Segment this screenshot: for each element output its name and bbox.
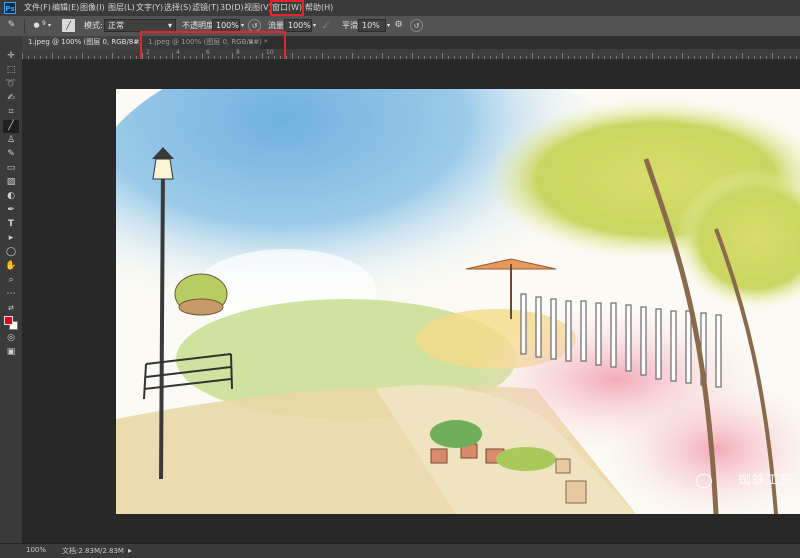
brush-tool-icon[interactable]: ✎ [5,19,18,32]
gradient-icon[interactable]: ▨ [3,176,19,189]
status-bar: 100% 文档:2.83M/2.83M ▸ [0,543,800,558]
brush-size-value: 9 [42,20,46,27]
menu-select[interactable]: 选择(S) [164,2,191,14]
menu-file[interactable]: 文件(F) [24,2,51,14]
marquee-icon[interactable]: ⬚ [3,64,19,77]
menu-3d[interactable]: 3D(D) [220,2,244,14]
menu-window[interactable]: 窗口(W) [269,0,305,16]
eraser-icon[interactable]: ▭ [3,162,19,175]
airbrush-icon[interactable]: ☄ [320,19,333,32]
document-canvas[interactable]: 蜘蛛工房 [116,89,800,514]
chevron-down-icon[interactable]: ▾ [387,20,390,32]
brush-icon[interactable]: ╱ [3,120,19,133]
menu-filter[interactable]: 滤镜(T) [192,2,219,14]
dodge-icon[interactable]: ◐ [3,190,19,203]
lasso-icon[interactable]: ➰ [3,78,19,91]
menu-help[interactable]: 帮助(H) [305,2,333,14]
chevron-down-icon[interactable]: ▾ [313,20,316,32]
menu-bar: Ps 文件(F) 编辑(E) 图像(I) 图层(L) 文字(Y) 选择(S) 滤… [0,0,800,17]
mode-label: 模式: [84,21,103,30]
chevron-down-icon: ▾ [167,21,172,30]
watermark-text: 蜘蛛工房 [737,473,794,488]
quick-mask-icon[interactable]: ◎ [3,332,19,345]
zoom-icon[interactable]: ⌕ [3,274,19,287]
screen-mode-icon[interactable]: ▣ [3,346,19,359]
chevron-down-icon[interactable]: ▾ [48,20,51,32]
menu-image[interactable]: 图像(I) [80,2,105,14]
menu-edit[interactable]: 编辑(E) [52,2,79,14]
close-icon[interactable]: × [134,36,140,49]
photoshop-logo: Ps [4,2,16,14]
type-icon[interactable]: T [3,218,19,231]
foreground-color-swatch[interactable] [4,316,13,325]
crop-icon[interactable]: ⌗ [3,106,19,119]
tool-panel: ✛ ⬚ ➰ ✍ ⌗ ╱ ♙ ✎ ▭ ▨ ◐ ✒ T ▸ ◯ ✋ ⌕ ⋯ ⇄ ◎ … [0,36,23,543]
hand-icon[interactable]: ✋ [3,260,19,273]
move-icon[interactable]: ✛ [3,50,19,63]
flow-input[interactable]: 100% [284,19,312,32]
more-icon[interactable]: ⋯ [3,288,19,301]
shape-icon[interactable]: ◯ [3,246,19,259]
path-select-icon[interactable]: ▸ [3,232,19,245]
options-bar: ✎ ● 9 ▾ ╱ 模式: 正常 ▾ 不透明度: 100% ▾ ↺ 流量: 100… [0,16,800,37]
tab-label: 1.jpeg @ 100% (图层 0, RGB/8#) * [28,38,148,46]
watercolor-illustration [116,89,800,514]
menu-view[interactable]: 视图(V) [244,2,272,14]
pressure-size-icon[interactable]: ↺ [410,19,423,32]
zoom-level[interactable]: 100% [26,546,46,554]
menu-type[interactable]: 文字(Y) [136,2,163,14]
divider [24,19,25,33]
gear-icon[interactable]: ⚙ [392,19,405,32]
smooth-input[interactable]: 10% [358,19,386,32]
stamp-icon[interactable]: ♙ [3,134,19,147]
document-size: 文档:2.83M/2.83M [62,547,124,555]
chevron-right-icon[interactable]: ▸ [128,546,132,555]
wechat-icon [696,474,712,488]
document-tab-active[interactable]: 1.jpeg @ 100% (图层 0, RGB/8#) * × [22,36,148,49]
quick-select-icon[interactable]: ✍ [3,92,19,105]
swap-colors-icon[interactable]: ⇄ [3,302,19,315]
history-brush-icon[interactable]: ✎ [3,148,19,161]
pen-icon[interactable]: ✒ [3,204,19,217]
brush-panel-icon[interactable]: ╱ [62,19,75,32]
mode-value: 正常 [108,21,124,30]
menu-layer[interactable]: 图层(L) [108,2,135,14]
